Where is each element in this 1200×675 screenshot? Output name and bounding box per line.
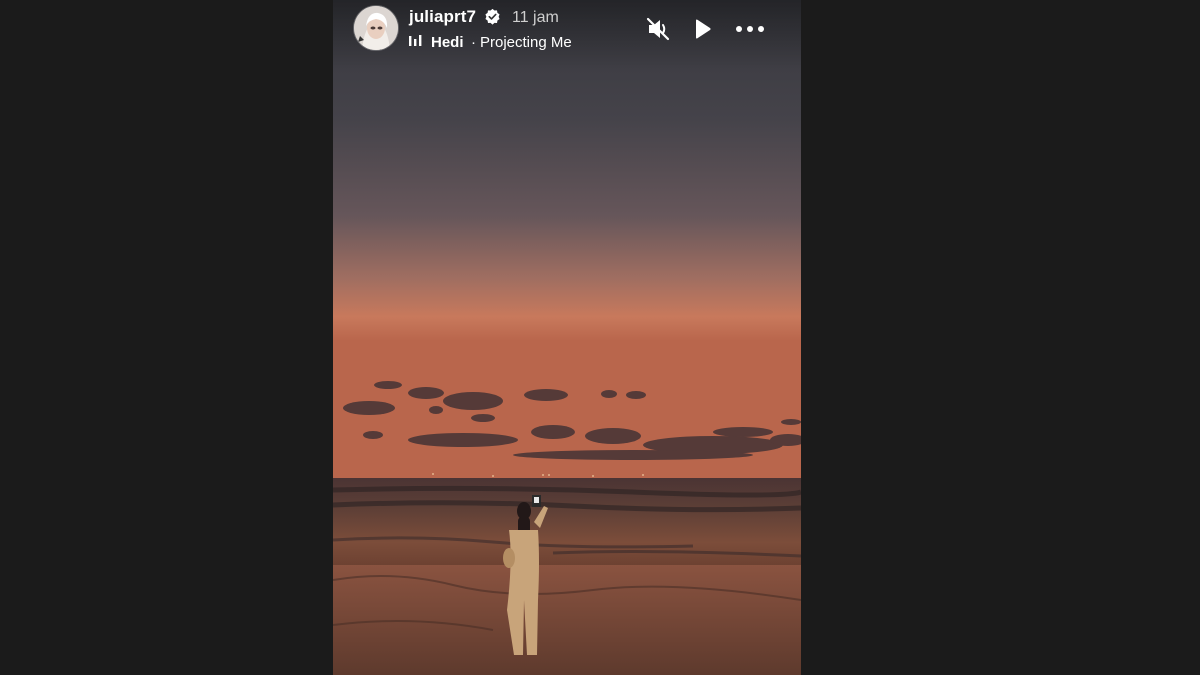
username[interactable]: juliaprt7 <box>409 7 476 27</box>
story-header: juliaprt7 11 jam Hedi · Projecting Me <box>333 0 801 60</box>
story-viewer: juliaprt7 11 jam Hedi · Projecting Me <box>333 0 801 675</box>
play-button[interactable] <box>687 14 717 44</box>
speaker-muted-icon <box>646 17 670 41</box>
post-time: 11 jam <box>512 9 559 26</box>
more-options-button[interactable] <box>735 14 765 44</box>
music-bars-icon <box>409 35 422 46</box>
story-photo <box>333 0 801 675</box>
verified-badge-icon <box>485 8 500 25</box>
music-song-title[interactable]: Projecting Me <box>480 34 572 52</box>
play-icon <box>696 19 711 39</box>
more-options-icon <box>736 26 764 32</box>
avatar-image <box>354 6 398 50</box>
music-artist[interactable]: Hedi <box>431 34 464 52</box>
avatar[interactable] <box>354 6 398 50</box>
mute-button[interactable] <box>644 14 674 44</box>
music-separator: · <box>471 34 476 51</box>
